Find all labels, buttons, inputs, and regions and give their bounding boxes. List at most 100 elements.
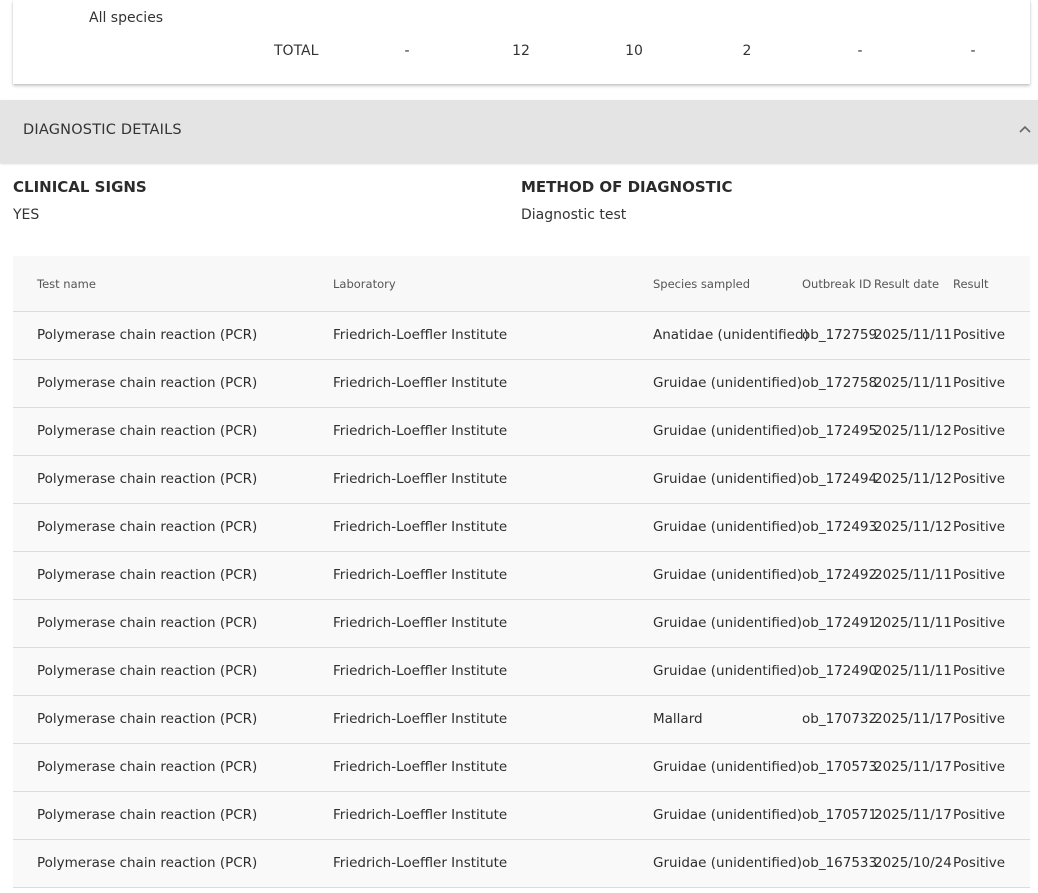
test-name-cell: Polymerase chain reaction (PCR) [37, 375, 258, 391]
species-sampled-cell: Gruidae (unidentified) [653, 759, 803, 775]
result-cell: Positive [953, 519, 1006, 535]
species-sampled-cell: Gruidae (unidentified) [653, 375, 803, 391]
column-header-result-date[interactable]: Result date [874, 277, 939, 291]
outbreak-id-cell: ob_172759 [802, 327, 878, 343]
test-name-cell: Polymerase chain reaction (PCR) [37, 519, 258, 535]
outbreak-id-cell: ob_172490 [802, 663, 878, 679]
test-name-cell: Polymerase chain reaction (PCR) [37, 663, 258, 679]
summary-value: - [857, 43, 863, 59]
laboratory-cell: Friedrich-Loeffler Institute [333, 855, 508, 871]
result-cell: Positive [953, 615, 1006, 631]
column-header-species-sampled[interactable]: Species sampled [653, 277, 750, 291]
species-sampled-cell: Anatidae (unidentified) [653, 327, 809, 343]
outbreak-id-cell: ob_167533 [802, 855, 878, 871]
test-name-cell: Polymerase chain reaction (PCR) [37, 615, 258, 631]
result-cell: Positive [953, 423, 1006, 439]
table-header-row: Test name Laboratory Species sampled Out… [13, 256, 1030, 312]
species-sampled-cell: Mallard [653, 711, 703, 727]
result-cell: Positive [953, 855, 1006, 871]
result-cell: Positive [953, 807, 1006, 823]
laboratory-cell: Friedrich-Loeffler Institute [333, 615, 508, 631]
clinical-signs-value: YES [13, 207, 40, 223]
table-row[interactable]: Polymerase chain reaction (PCR) Friedrich… [13, 744, 1030, 792]
result-date-cell: 2025/11/17 [874, 807, 952, 823]
table-row[interactable]: Polymerase chain reaction (PCR) Friedrich… [13, 456, 1030, 504]
table-row[interactable]: Polymerase chain reaction (PCR) Friedrich… [13, 360, 1030, 408]
diagnostic-details-title: DIAGNOSTIC DETAILS [23, 122, 182, 138]
column-header-test-name[interactable]: Test name [37, 277, 96, 291]
outbreak-id-cell: ob_172758 [802, 375, 878, 391]
outbreak-id-cell: ob_170573 [802, 759, 878, 775]
result-date-cell: 2025/11/11 [874, 615, 952, 631]
table-row[interactable]: Polymerase chain reaction (PCR) Friedrich… [13, 312, 1030, 360]
species-sampled-cell: Gruidae (unidentified) [653, 855, 803, 871]
result-date-cell: 2025/11/12 [874, 423, 952, 439]
laboratory-cell: Friedrich-Loeffler Institute [333, 567, 508, 583]
test-name-cell: Polymerase chain reaction (PCR) [37, 423, 258, 439]
laboratory-cell: Friedrich-Loeffler Institute [333, 375, 508, 391]
result-cell: Positive [953, 711, 1006, 727]
result-date-cell: 2025/11/17 [874, 711, 952, 727]
test-name-cell: Polymerase chain reaction (PCR) [37, 327, 258, 343]
laboratory-cell: Friedrich-Loeffler Institute [333, 471, 508, 487]
result-date-cell: 2025/10/24 [874, 855, 952, 871]
table-row[interactable]: Polymerase chain reaction (PCR) Friedrich… [13, 408, 1030, 456]
table-row[interactable]: Polymerase chain reaction (PCR) Friedrich… [13, 696, 1030, 744]
species-sampled-cell: Gruidae (unidentified) [653, 807, 803, 823]
column-header-outbreak-id[interactable]: Outbreak ID [802, 277, 871, 291]
result-cell: Positive [953, 471, 1006, 487]
diagnostic-tests-table: Test name Laboratory Species sampled Out… [13, 256, 1030, 888]
test-name-cell: Polymerase chain reaction (PCR) [37, 759, 258, 775]
outbreak-id-cell: ob_172492 [802, 567, 878, 583]
method-of-diagnostic-label: METHOD OF DIAGNOSTIC [521, 178, 733, 196]
outbreak-id-cell: ob_172494 [802, 471, 878, 487]
result-date-cell: 2025/11/11 [874, 375, 952, 391]
table-body: Polymerase chain reaction (PCR) Friedrich… [13, 312, 1030, 888]
table-row[interactable]: Polymerase chain reaction (PCR) Friedrich… [13, 840, 1030, 888]
column-header-result[interactable]: Result [953, 277, 989, 291]
summary-value: - [404, 43, 410, 59]
clinical-signs-label: CLINICAL SIGNS [13, 178, 147, 196]
test-name-cell: Polymerase chain reaction (PCR) [37, 471, 258, 487]
laboratory-cell: Friedrich-Loeffler Institute [333, 423, 508, 439]
summary-value: - [970, 43, 976, 59]
test-name-cell: Polymerase chain reaction (PCR) [37, 807, 258, 823]
result-date-cell: 2025/11/11 [874, 327, 952, 343]
test-name-cell: Polymerase chain reaction (PCR) [37, 711, 258, 727]
test-name-cell: Polymerase chain reaction (PCR) [37, 855, 258, 871]
species-sampled-cell: Gruidae (unidentified) [653, 519, 803, 535]
diagnostic-details-accordion-header[interactable]: DIAGNOSTIC DETAILS [0, 100, 1038, 163]
column-header-laboratory[interactable]: Laboratory [333, 277, 396, 291]
total-label: TOTAL [274, 43, 319, 59]
laboratory-cell: Friedrich-Loeffler Institute [333, 711, 508, 727]
outbreak-id-cell: ob_172493 [802, 519, 878, 535]
species-sampled-cell: Gruidae (unidentified) [653, 471, 803, 487]
laboratory-cell: Friedrich-Loeffler Institute [333, 759, 508, 775]
species-summary-card: All species TOTAL - 12 10 2 - - [13, 0, 1030, 84]
outbreak-id-cell: ob_170732 [802, 711, 878, 727]
laboratory-cell: Friedrich-Loeffler Institute [333, 807, 508, 823]
result-date-cell: 2025/11/11 [874, 567, 952, 583]
table-row[interactable]: Polymerase chain reaction (PCR) Friedrich… [13, 600, 1030, 648]
laboratory-cell: Friedrich-Loeffler Institute [333, 327, 508, 343]
summary-value: 2 [742, 43, 752, 59]
table-row[interactable]: Polymerase chain reaction (PCR) Friedrich… [13, 504, 1030, 552]
method-of-diagnostic-value: Diagnostic test [521, 207, 627, 223]
summary-value: 12 [512, 43, 530, 59]
table-row[interactable]: Polymerase chain reaction (PCR) Friedrich… [13, 792, 1030, 840]
laboratory-cell: Friedrich-Loeffler Institute [333, 663, 508, 679]
table-row[interactable]: Polymerase chain reaction (PCR) Friedrich… [13, 648, 1030, 696]
species-label: All species [89, 10, 164, 26]
result-cell: Positive [953, 567, 1006, 583]
table-row[interactable]: Polymerase chain reaction (PCR) Friedrich… [13, 552, 1030, 600]
species-sampled-cell: Gruidae (unidentified) [653, 567, 803, 583]
outbreak-id-cell: ob_172495 [802, 423, 878, 439]
summary-value: 10 [625, 43, 643, 59]
laboratory-cell: Friedrich-Loeffler Institute [333, 519, 508, 535]
test-name-cell: Polymerase chain reaction (PCR) [37, 567, 258, 583]
species-sampled-cell: Gruidae (unidentified) [653, 423, 803, 439]
species-sampled-cell: Gruidae (unidentified) [653, 615, 803, 631]
outbreak-id-cell: ob_170571 [802, 807, 878, 823]
result-date-cell: 2025/11/17 [874, 759, 952, 775]
chevron-up-icon[interactable] [1016, 120, 1034, 138]
